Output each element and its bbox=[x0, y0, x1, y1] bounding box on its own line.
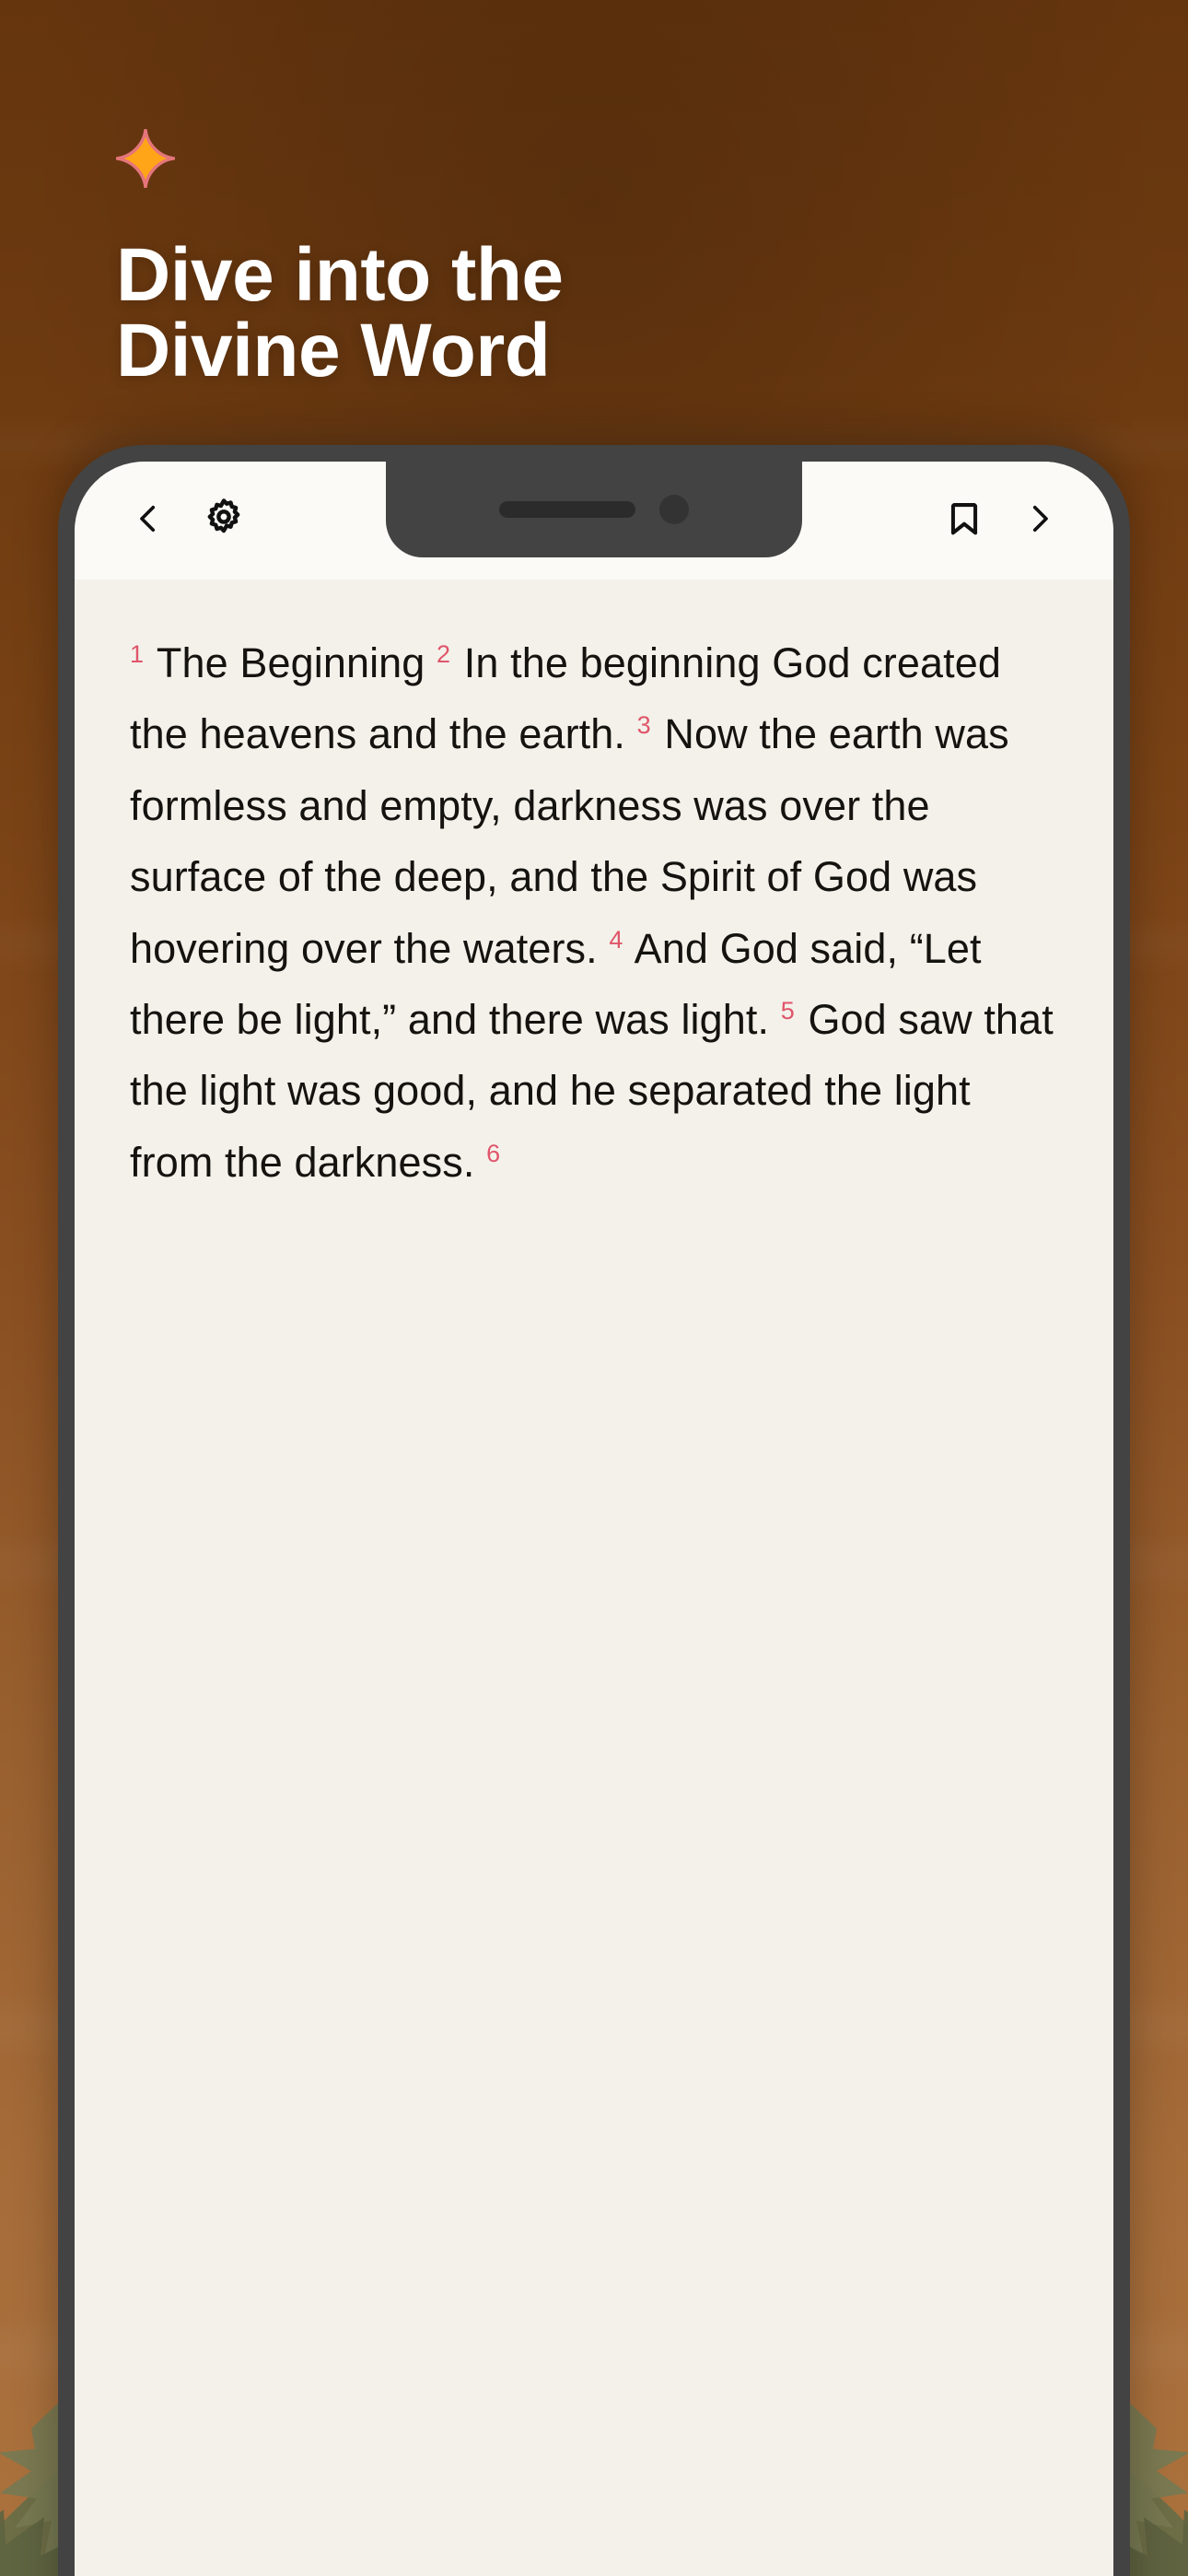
front-camera-icon bbox=[659, 495, 689, 524]
verse-number: 1 bbox=[130, 640, 145, 668]
verse-number: 6 bbox=[486, 1139, 501, 1167]
verse-number: 5 bbox=[780, 996, 795, 1025]
phone-notch bbox=[386, 462, 802, 557]
bookmark-button[interactable] bbox=[931, 487, 997, 554]
hero-block: Dive into the Divine Word bbox=[116, 129, 945, 389]
sparkle-icon bbox=[116, 129, 945, 188]
verse-body: The Beginning bbox=[146, 639, 437, 686]
speaker-slit-icon bbox=[499, 501, 635, 518]
phone-screen: Genesis 1 NIV 1 The Beginni bbox=[75, 462, 1113, 2576]
bookmark-icon bbox=[943, 498, 985, 544]
back-button[interactable] bbox=[115, 487, 181, 554]
page-title: Dive into the Divine Word bbox=[116, 233, 564, 392]
scripture-reader[interactable]: 1 The Beginning 2 In the beginning God c… bbox=[75, 580, 1113, 2576]
verse-number: 2 bbox=[437, 640, 451, 668]
settings-button[interactable] bbox=[191, 487, 257, 554]
chevron-right-icon bbox=[1020, 499, 1059, 543]
verse-text-block: 1 The Beginning 2 In the beginning God c… bbox=[130, 627, 1058, 1198]
forward-button[interactable] bbox=[1007, 487, 1073, 554]
gear-icon bbox=[201, 496, 247, 546]
chevron-left-icon bbox=[129, 499, 168, 543]
verse-number: 4 bbox=[609, 925, 623, 954]
phone-mockup: Genesis 1 NIV 1 The Beginni bbox=[58, 445, 1130, 2576]
verse-number: 3 bbox=[636, 711, 651, 740]
